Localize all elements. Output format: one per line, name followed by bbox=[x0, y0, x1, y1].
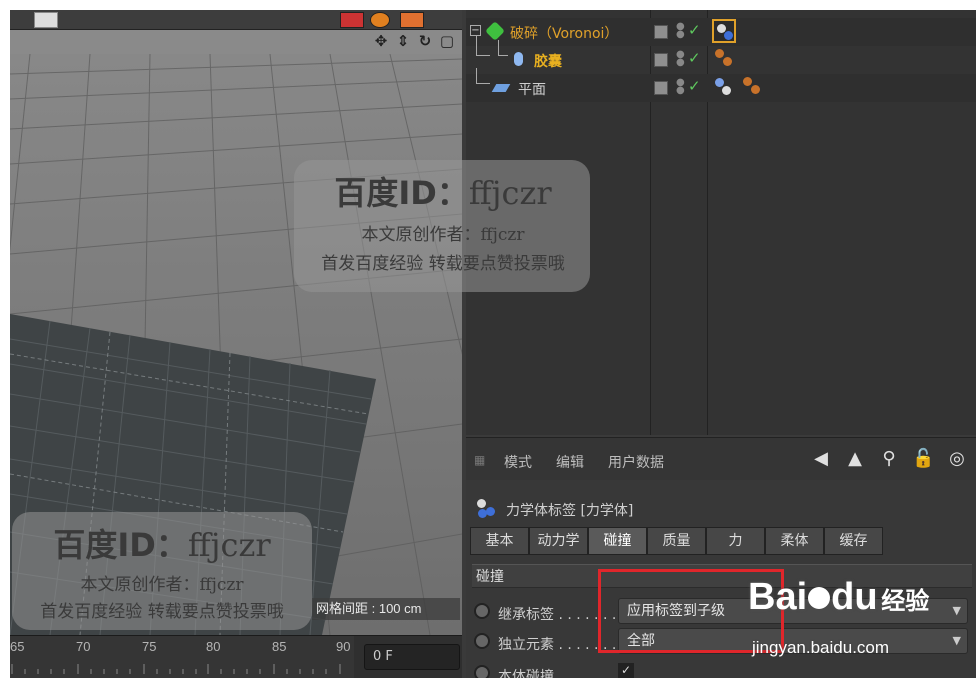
object-name: 胶囊 bbox=[534, 54, 562, 70]
tab-force[interactable]: 力 bbox=[706, 527, 765, 555]
autokey-button[interactable] bbox=[370, 12, 390, 28]
menu-user-data[interactable]: 用户数据 bbox=[608, 452, 664, 472]
visibility-dots-icon[interactable]: ● ● bbox=[676, 22, 685, 41]
chevron-down-icon: ▼ bbox=[952, 604, 961, 617]
capsule-icon bbox=[514, 52, 523, 66]
search-icon[interactable]: ⚲ bbox=[878, 448, 900, 469]
dynamics-tag-icon[interactable] bbox=[742, 76, 764, 98]
grid-spacing-label: 网格间距 : 100 cm bbox=[312, 598, 460, 620]
tab-cache[interactable]: 缓存 bbox=[824, 527, 883, 555]
object-name: 平面 bbox=[518, 82, 546, 98]
layer-icon[interactable] bbox=[654, 81, 668, 95]
tree-connector bbox=[476, 68, 490, 84]
tab-basic[interactable]: 基本 bbox=[470, 527, 529, 555]
collider-tag-icon[interactable] bbox=[714, 76, 736, 98]
watermark-notice: 首发百度经验 转载要点赞投票哦 bbox=[321, 254, 565, 274]
checkbox-checked-icon[interactable]: ✓ bbox=[618, 663, 634, 678]
watermark-title: 百度ID：ffjczr bbox=[53, 526, 271, 564]
tab-collision[interactable]: 碰撞 bbox=[588, 527, 647, 555]
chevron-down-icon: ▼ bbox=[952, 634, 961, 647]
watermark-center: 百度ID：ffjczr 本文原创作者：ffjczr 首发百度经验 转载要点赞投票… bbox=[298, 168, 588, 274]
tree-connector bbox=[498, 40, 508, 56]
dynamics-tag-icon[interactable] bbox=[714, 48, 736, 70]
watermark-author: 本文原创作者：ffjczr bbox=[80, 575, 244, 595]
back-arrow-icon[interactable]: ◀ bbox=[810, 448, 832, 469]
baidu-jingyan-logo: Bai du 经验 bbox=[748, 576, 930, 618]
enabled-check-icon[interactable]: ✓ bbox=[688, 77, 701, 95]
attribute-tools: ◀ ▲ ⚲ 🔓 ◎ bbox=[810, 448, 968, 469]
toolbar-button[interactable] bbox=[34, 12, 58, 28]
enabled-check-icon[interactable]: ✓ bbox=[688, 21, 701, 39]
dynamics-tag-icon[interactable] bbox=[712, 19, 736, 43]
timeline[interactable]: 65 70 75 80 85 90 0 F bbox=[10, 635, 462, 678]
object-name: 破碎（Voronoi） bbox=[510, 26, 619, 42]
viewport-toolbar bbox=[10, 10, 462, 30]
timeline-ruler[interactable]: 65 70 75 80 85 90 bbox=[10, 636, 354, 678]
lock-icon[interactable]: 🔓 bbox=[912, 448, 934, 469]
tag-title: 力学体标签 [力学体] bbox=[506, 503, 634, 519]
move-view-icon[interactable]: ✥ bbox=[372, 32, 390, 50]
object-row-capsule[interactable]: 胶囊 ● ● ✓ bbox=[466, 36, 976, 74]
menu-mode[interactable]: 模式 bbox=[504, 452, 532, 472]
watermark-author: 本文原创作者：ffjczr bbox=[361, 225, 525, 245]
record-button[interactable] bbox=[340, 12, 364, 28]
property-self-collision: 本体碰撞 ✓ bbox=[472, 660, 972, 678]
animate-radio[interactable] bbox=[474, 633, 490, 649]
timeline-ticks bbox=[11, 664, 341, 674]
tab-soft-body[interactable]: 柔体 bbox=[765, 527, 824, 555]
attribute-menu-bar: ▦ 模式 编辑 用户数据 ◀ ▲ ⚲ 🔓 ◎ bbox=[466, 438, 976, 480]
grip-icon[interactable]: ▦ bbox=[474, 453, 490, 469]
visibility-dots-icon[interactable]: ● ● bbox=[676, 78, 685, 97]
paw-icon bbox=[808, 587, 831, 609]
watermark-title: 百度ID：ffjczr bbox=[334, 174, 552, 212]
property-label: 本体碰撞 bbox=[498, 669, 554, 678]
target-icon[interactable]: ◎ bbox=[946, 448, 968, 469]
layer-icon[interactable] bbox=[654, 53, 668, 67]
baidu-jingyan-url: jingyan.baidu.com bbox=[752, 638, 890, 657]
dynamics-tag-icon bbox=[476, 498, 500, 520]
attribute-tabs: 基本 动力学 碰撞 质量 力 柔体 缓存 bbox=[470, 527, 883, 555]
tab-mass[interactable]: 质量 bbox=[647, 527, 706, 555]
rotate-view-icon[interactable]: ↻ bbox=[416, 32, 434, 50]
keyframe-button[interactable] bbox=[400, 12, 424, 28]
animate-radio[interactable] bbox=[474, 603, 490, 619]
watermark-notice: 首发百度经验 转载要点赞投票哦 bbox=[40, 602, 284, 622]
maximize-view-icon[interactable]: ▢ bbox=[438, 32, 456, 50]
object-row-plane[interactable]: 平面 ● ● ✓ bbox=[466, 68, 976, 102]
up-arrow-icon[interactable]: ▲ bbox=[844, 448, 866, 469]
tree-connector bbox=[476, 36, 490, 56]
plane-icon bbox=[491, 84, 511, 92]
animate-radio[interactable] bbox=[474, 665, 490, 678]
zoom-view-icon[interactable]: ⇕ bbox=[394, 32, 412, 50]
collapse-icon[interactable]: − bbox=[470, 25, 481, 36]
menu-edit[interactable]: 编辑 bbox=[556, 452, 584, 472]
viewport-nav-icons: ✥ ⇕ ↻ ▢ bbox=[372, 32, 456, 50]
enabled-check-icon[interactable]: ✓ bbox=[688, 49, 701, 67]
object-row-voronoi[interactable]: − 破碎（Voronoi） ● ● ✓ bbox=[466, 18, 976, 46]
watermark-bottom-left: 百度ID：ffjczr 本文原创作者：ffjczr 首发百度经验 转载要点赞投票… bbox=[12, 520, 312, 622]
visibility-dots-icon[interactable]: ● ● bbox=[676, 50, 685, 69]
current-frame-field[interactable]: 0 F bbox=[364, 644, 460, 670]
layer-icon[interactable] bbox=[654, 25, 668, 39]
tab-dynamics[interactable]: 动力学 bbox=[529, 527, 588, 555]
